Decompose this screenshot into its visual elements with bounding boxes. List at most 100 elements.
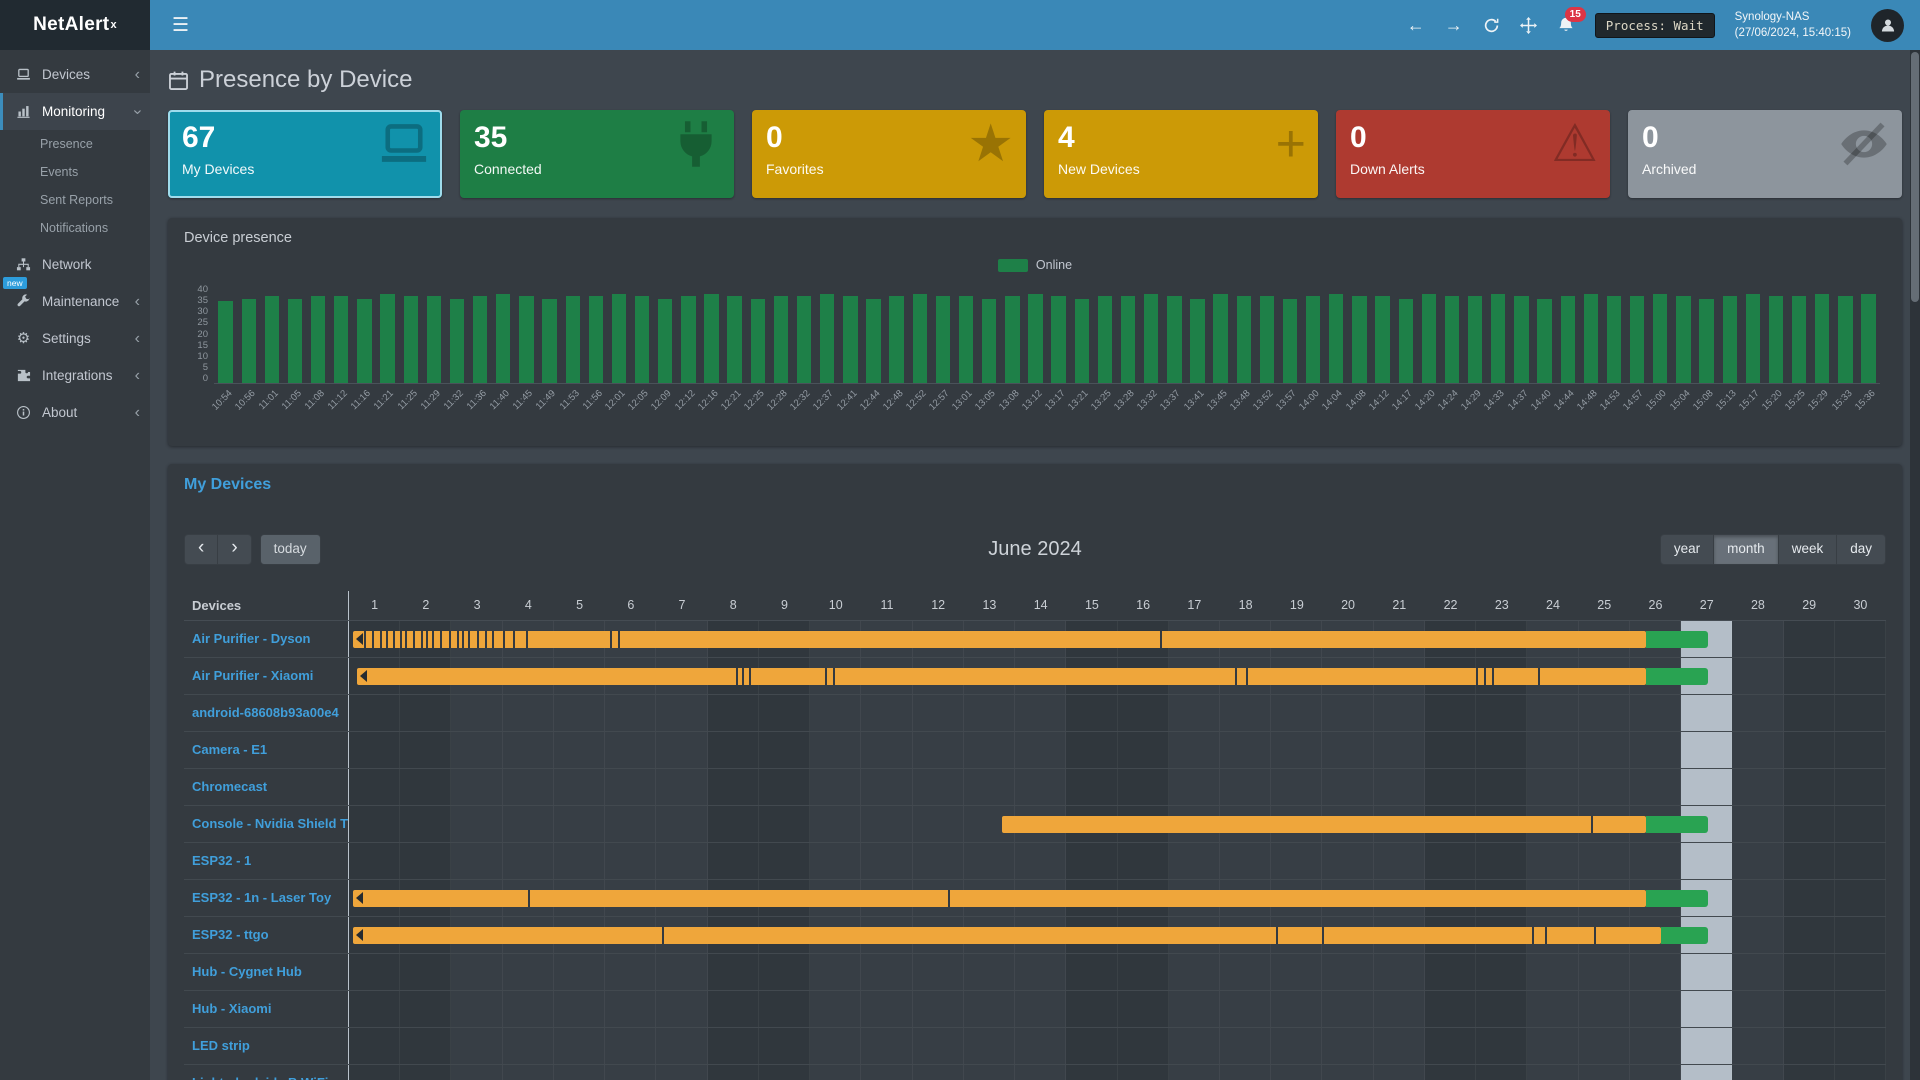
day-cell xyxy=(1784,695,1835,731)
bar-online xyxy=(1075,299,1089,383)
notifications-bell[interactable]: 15 xyxy=(1557,16,1575,34)
bar-online xyxy=(843,296,857,383)
presence-timeline-bar-orange[interactable] xyxy=(357,668,1647,685)
bar-online xyxy=(450,299,464,383)
chevron-down-icon: ‹ xyxy=(132,109,142,114)
offline-tick xyxy=(364,631,366,648)
device-name-link[interactable]: ESP32 - 1n - Laser Toy xyxy=(184,880,349,916)
sidebar-subitem-sent-reports[interactable]: Sent Reports xyxy=(0,186,150,214)
prev-button[interactable]: ‹ xyxy=(184,534,218,565)
x-tick: 13:05 xyxy=(978,384,1001,434)
x-tick-label: 12:28 xyxy=(765,388,790,413)
sidebar-item-maintenance[interactable]: Maintenancenew‹ xyxy=(0,283,150,320)
sidebar-subitem-events[interactable]: Events xyxy=(0,158,150,186)
presence-timeline-bar-orange[interactable] xyxy=(353,890,1646,907)
presence-timeline-bar-green[interactable] xyxy=(1646,631,1707,648)
x-tick-label: 13:25 xyxy=(1089,388,1114,413)
view-button-day[interactable]: day xyxy=(1837,534,1886,565)
move-icon[interactable] xyxy=(1520,17,1537,34)
infobox-down-alerts[interactable]: 0Down Alerts⚠ xyxy=(1336,110,1610,198)
day-cell xyxy=(810,843,861,879)
device-name-link[interactable]: ESP32 - ttgo xyxy=(184,917,349,953)
device-name-link[interactable]: LED strip xyxy=(184,1028,349,1064)
day-cell xyxy=(1681,954,1732,990)
infobox-archived[interactable]: 0Archived xyxy=(1628,110,1902,198)
bar-online xyxy=(959,296,973,383)
presence-timeline-bar-green[interactable] xyxy=(1646,668,1707,685)
presence-timeline-bar-green[interactable] xyxy=(1646,816,1707,833)
chart-legend[interactable]: Online xyxy=(184,258,1886,272)
app-logo[interactable]: NetAlertx xyxy=(0,0,150,50)
x-tick: 14:04 xyxy=(1325,384,1348,434)
presence-timeline-bar-orange[interactable] xyxy=(353,927,1660,944)
refresh-icon[interactable] xyxy=(1483,17,1500,34)
x-tick: 13:37 xyxy=(1163,384,1186,434)
device-name-link[interactable]: Air Purifier - Dyson xyxy=(184,621,349,657)
sidebar-item-label: Settings xyxy=(42,331,91,346)
presence-timeline-bar-orange[interactable] xyxy=(353,631,1646,648)
avatar[interactable] xyxy=(1871,9,1904,42)
x-tick: 12:25 xyxy=(746,384,769,434)
day-header-8: 8 xyxy=(708,598,759,612)
infobox-new-devices[interactable]: 4New Devices+ xyxy=(1044,110,1318,198)
presence-bar xyxy=(1371,284,1394,383)
sidebar-subitem-presence[interactable]: Presence xyxy=(0,130,150,158)
x-tick: 12:41 xyxy=(839,384,862,434)
offline-tick xyxy=(528,890,530,907)
timeline-row: Hub - Cygnet Hub xyxy=(184,954,1886,991)
presence-timeline-bar-green[interactable] xyxy=(1646,890,1707,907)
sidebar-subitem-notifications[interactable]: Notifications xyxy=(0,214,150,242)
infobox-favorites[interactable]: 0Favorites★ xyxy=(752,110,1026,198)
presence-bar xyxy=(469,284,492,383)
x-tick-label: 11:05 xyxy=(280,388,304,412)
day-header-26: 26 xyxy=(1630,598,1681,612)
infobox-connected[interactable]: 35Connected xyxy=(460,110,734,198)
day-header-7: 7 xyxy=(656,598,707,612)
y-tick-label: 25 xyxy=(197,317,208,328)
hamburger-menu-icon[interactable]: ☰ xyxy=(172,14,189,37)
device-name-link[interactable]: ESP32 - 1 xyxy=(184,843,349,879)
offline-tick xyxy=(468,631,470,648)
eye-slash-icon xyxy=(1838,118,1890,179)
day-cell xyxy=(1271,769,1322,805)
device-name-link[interactable]: Camera - E1 xyxy=(184,732,349,768)
infobox-my-devices[interactable]: 67My Devices xyxy=(168,110,442,198)
view-button-week[interactable]: week xyxy=(1779,534,1838,565)
day-cell xyxy=(1784,769,1835,805)
laptop-icon xyxy=(15,67,32,82)
x-tick: 12:48 xyxy=(885,384,908,434)
view-button-year[interactable]: year xyxy=(1660,534,1714,565)
scrollbar-thumb[interactable] xyxy=(1911,52,1919,302)
day-header-6: 6 xyxy=(605,598,656,612)
x-tick-label: 14:57 xyxy=(1621,388,1646,413)
day-cell xyxy=(1630,769,1681,805)
sidebar-item-monitoring[interactable]: Monitoring‹ xyxy=(0,93,150,130)
process-status[interactable]: Process: Wait xyxy=(1595,13,1715,38)
back-arrow-icon[interactable]: ← xyxy=(1407,16,1425,34)
device-name-link[interactable]: Console - Nvidia Shield T xyxy=(184,806,349,842)
sidebar-item-devices[interactable]: Devices‹ xyxy=(0,56,150,93)
sidebar-item-settings[interactable]: ⚙Settings‹ xyxy=(0,320,150,357)
sidebar-item-integrations[interactable]: Integrations‹ xyxy=(0,357,150,394)
device-name-link[interactable]: Chromecast xyxy=(184,769,349,805)
device-name-link[interactable]: Hub - Cygnet Hub xyxy=(184,954,349,990)
chart-bar-icon xyxy=(15,104,32,119)
view-button-month[interactable]: month xyxy=(1714,534,1779,565)
device-name-link[interactable]: Air Purifier - Xiaomi xyxy=(184,658,349,694)
bar-online xyxy=(473,296,487,383)
device-name-link[interactable]: android-68608b93a00e4 xyxy=(184,695,349,731)
x-tick: 11:01 xyxy=(260,384,283,434)
forward-arrow-icon[interactable]: → xyxy=(1445,16,1463,34)
presence-timeline-bar-green[interactable] xyxy=(1661,927,1708,944)
day-cell xyxy=(1835,658,1886,694)
presence-timeline-bar-orange[interactable] xyxy=(1002,816,1646,833)
device-name-link[interactable]: Hub - Xiaomi xyxy=(184,991,349,1027)
next-button[interactable]: › xyxy=(218,534,251,565)
x-tick: 14:08 xyxy=(1348,384,1371,434)
sidebar-item-about[interactable]: About‹ xyxy=(0,394,150,431)
my-devices-title[interactable]: My Devices xyxy=(184,476,271,494)
day-cell xyxy=(349,954,400,990)
today-button[interactable]: today xyxy=(260,534,321,565)
device-name-link[interactable]: Light - bedside B WiFi xyxy=(184,1065,349,1080)
day-cell xyxy=(400,695,451,731)
